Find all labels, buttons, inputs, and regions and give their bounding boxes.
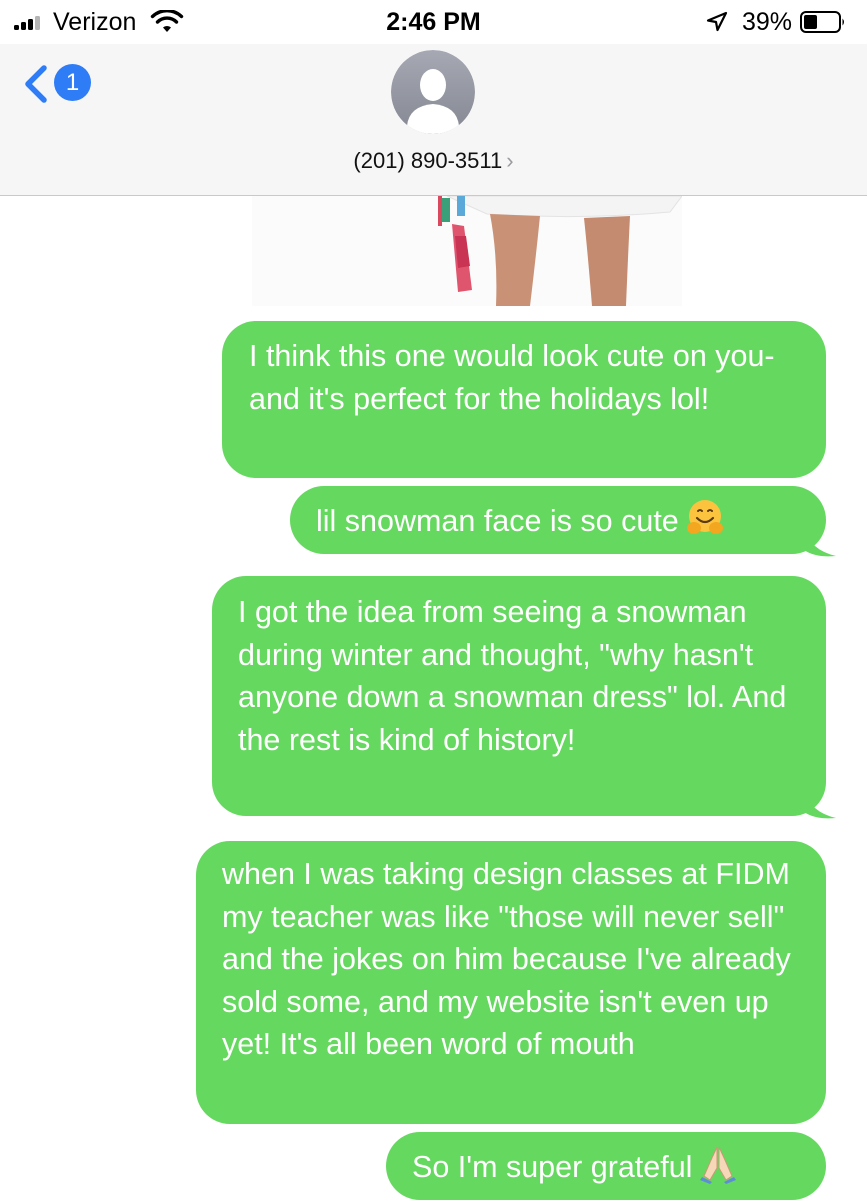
message-bubble[interactable]: I got the idea from seeing a snowman dur… bbox=[212, 576, 826, 816]
back-chevron-icon bbox=[25, 65, 47, 103]
conversation-header: 1 (201) 890-3511 › bbox=[0, 44, 867, 196]
back-button[interactable]: 1 bbox=[22, 62, 102, 106]
message-bubble[interactable]: So I'm super grateful bbox=[386, 1132, 826, 1200]
message-text: So I'm super grateful bbox=[412, 1150, 693, 1184]
message-text: I got the idea from seeing a snowman dur… bbox=[238, 595, 787, 757]
chevron-right-icon: › bbox=[506, 148, 514, 173]
message-bubble[interactable]: lil snowman face is so cute bbox=[290, 486, 826, 554]
bubble-tail bbox=[804, 528, 836, 557]
location-arrow-icon bbox=[706, 11, 728, 32]
message-text: I think this one would look cute on you-… bbox=[249, 339, 775, 416]
bubble-tail bbox=[804, 790, 836, 819]
message-text: when I was taking design classes at FIDM… bbox=[222, 857, 791, 1061]
unread-badge: 1 bbox=[54, 64, 91, 101]
battery-icon bbox=[800, 11, 844, 33]
battery-percent: 39% bbox=[742, 8, 793, 36]
contact-name: (201) 890-3511 bbox=[353, 148, 503, 173]
hugging-face-icon bbox=[685, 498, 725, 550]
clock: 2:46 PM bbox=[386, 8, 481, 36]
message-text: lil snowman face is so cute bbox=[316, 504, 679, 538]
photo-attachment[interactable] bbox=[252, 196, 682, 306]
status-bar: Verizon 2:46 PM 39% bbox=[0, 0, 867, 44]
folded-hands-icon bbox=[698, 1144, 738, 1196]
conversation-thread[interactable]: I think this one would look cute on you-… bbox=[0, 196, 867, 1200]
contact-name-button[interactable]: (201) 890-3511 › bbox=[0, 148, 867, 174]
message-bubble[interactable]: when I was taking design classes at FIDM… bbox=[196, 841, 826, 1124]
contact-avatar-icon[interactable] bbox=[391, 50, 475, 134]
message-bubble[interactable]: I think this one would look cute on you-… bbox=[222, 321, 826, 478]
